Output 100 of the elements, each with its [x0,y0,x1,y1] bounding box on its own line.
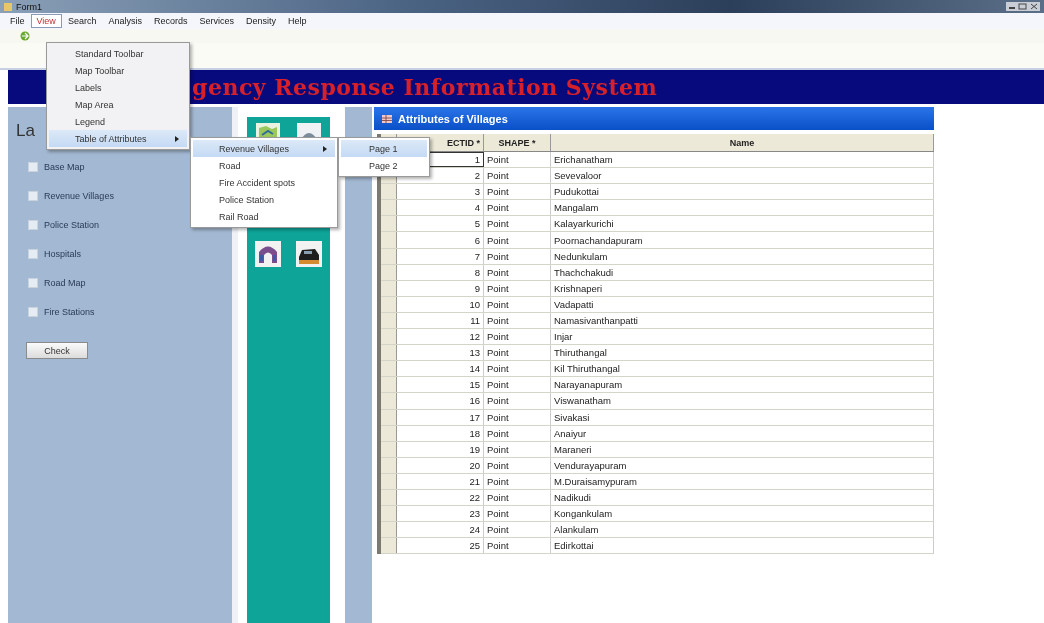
menu-item[interactable]: Road [193,157,335,174]
table-cell: Kil Thiruthangal [551,361,934,377]
table-cell: 7 [397,248,484,264]
table-cell: Thiruthangal [551,345,934,361]
table-cell: Kongankulam [551,506,934,522]
table-cell: Injar [551,329,934,345]
checkbox[interactable] [28,191,38,201]
table-cell: Thachchakudi [551,264,934,280]
table-cell: 18 [397,425,484,441]
row-selector[interactable] [381,522,397,538]
menu-item[interactable]: Search [61,14,103,28]
table-cell: Point [484,152,551,168]
table-cell: Point [484,393,551,409]
menu-item[interactable]: Legend [49,113,187,130]
table-cell: Point [484,425,551,441]
checkbox-label: Revenue Villages [44,191,114,201]
row-selector[interactable] [381,345,397,361]
row-selector[interactable] [381,232,397,248]
table-cell: Nadikudi [551,489,934,506]
table-cell: Mangalam [551,200,934,216]
menu-item[interactable]: Rail Road [193,208,335,225]
row-selector[interactable] [381,200,397,216]
table-cell: 6 [397,232,484,248]
menu-item[interactable]: Map Area [49,96,187,113]
checkbox-label: Hospitals [44,249,81,259]
row-selector[interactable] [381,361,397,377]
table-cell: Point [484,506,551,522]
table-cell: 11 [397,312,484,329]
submenu-arrow-icon [323,145,327,152]
checkbox[interactable] [28,307,38,317]
table-cell: 14 [397,361,484,377]
table-cell: M.Duraisamypuram [551,473,934,489]
arrow-icon[interactable] [20,31,32,41]
table-icon [382,114,392,123]
menu-item[interactable]: Revenue Villages [193,140,335,157]
car-icon[interactable] [296,241,323,267]
banner-title: gency Response Information System [192,74,658,100]
column-header[interactable]: SHAPE * [484,134,551,151]
checkbox-label: Police Station [44,220,100,230]
menu-item[interactable]: View [30,14,62,28]
table-cell: Point [484,168,551,184]
table-cell: 19 [397,441,484,457]
row-selector[interactable] [381,506,397,522]
checkbox-label: Fire Stations [44,307,95,317]
table-cell: Erichanatham [551,152,934,168]
table-cell: Namasivanthanpatti [551,312,934,329]
row-selector[interactable] [381,329,397,345]
table-cell: Point [484,489,551,506]
table-cell: Point [484,232,551,248]
row-selector[interactable] [381,393,397,409]
table-cell: Point [484,377,551,393]
table-cell: Kalayarkurichi [551,216,934,232]
table-cell: Point [484,264,551,280]
arch-icon[interactable] [254,241,281,267]
table-cell: Point [484,457,551,473]
table-cell: Point [484,441,551,457]
table-cell: 15 [397,377,484,393]
table-cell: Point [484,200,551,216]
menu-item[interactable]: Density [239,14,282,28]
menu-item[interactable]: Page 1 [341,140,427,157]
column-header[interactable]: Name [551,134,934,151]
table-cell: Point [484,312,551,329]
panel-heading: La [16,121,35,141]
table-cell: 12 [397,329,484,345]
table-cell: Point [484,216,551,232]
table-cell: Point [484,361,551,377]
menu-item[interactable]: Fire Accident spots [193,174,335,191]
menu-item[interactable]: Records [147,14,194,28]
table-cell: Alankulam [551,522,934,538]
checkbox[interactable] [28,249,38,259]
window-title: Attributes of Villages [398,112,508,125]
checkbox[interactable] [28,162,38,172]
checkbox-label: Base Map [44,162,85,172]
table-cell: 25 [397,538,484,554]
row-selector[interactable] [381,377,397,393]
menu-item[interactable]: Analysis [102,14,148,28]
checkbox[interactable] [28,220,38,230]
table-cell: Sevevaloor [551,168,934,184]
table-cell: 16 [397,393,484,409]
menu-item[interactable]: File [4,14,31,28]
menu-item[interactable]: Labels [49,79,187,96]
row-selector[interactable] [381,216,397,232]
row-selector[interactable] [381,538,397,554]
checkbox[interactable] [28,278,38,288]
menu-item[interactable]: Map Toolbar [49,62,187,79]
menu-item[interactable]: Services [193,14,240,28]
table-cell: Point [484,473,551,489]
menu-item[interactable]: Standard Toolbar [49,45,187,62]
table-cell: 24 [397,522,484,538]
check-button[interactable]: Check [26,342,88,359]
row-selector[interactable] [381,184,397,200]
table-cell: Vendurayapuram [551,457,934,473]
table-cell: Point [484,409,551,425]
menu-item[interactable]: Table of Attributes [49,130,187,147]
table-cell: 9 [397,280,484,296]
menu-item[interactable]: Police Station [193,191,335,208]
table-cell: Point [484,522,551,538]
table-cell: Krishnaperi [551,280,934,296]
menu-item[interactable]: Help [281,14,313,28]
table-cell: Pudukottai [551,184,934,200]
